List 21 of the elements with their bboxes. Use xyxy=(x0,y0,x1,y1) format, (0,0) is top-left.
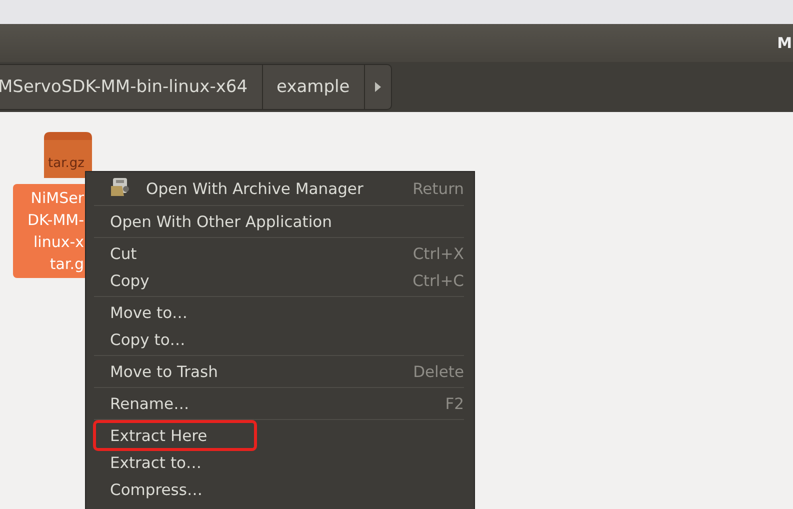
menu-item[interactable]: Cut Ctrl+X xyxy=(94,240,464,267)
shortcut-label: Return xyxy=(412,180,464,198)
menu-item[interactable]: Open With Archive Manager Return xyxy=(94,174,464,203)
triangle-right-icon xyxy=(374,81,382,93)
archive-icon xyxy=(110,176,132,196)
menu-item[interactable]: Rename… F2 xyxy=(94,390,464,417)
file-type-label: tar.gz xyxy=(48,156,84,171)
window-title: M xyxy=(777,34,792,52)
menu-item[interactable]: Move to Trash Delete xyxy=(94,358,464,385)
shortcut-label: Delete xyxy=(413,362,464,380)
menu-item[interactable]: Compress… xyxy=(94,476,464,503)
shortcut-label: Ctrl+C xyxy=(412,272,464,290)
shortcut-label: F2 xyxy=(445,394,464,412)
menu-item[interactable]: Copy Ctrl+C xyxy=(94,267,464,294)
menu-item[interactable]: Extract to… xyxy=(94,449,464,476)
menu-item[interactable]: Extract Here xyxy=(94,422,464,449)
menu-item[interactable]: Open With Other Application xyxy=(94,208,464,235)
shortcut-label: Ctrl+X xyxy=(412,244,464,262)
menu-item[interactable]: Copy to… xyxy=(94,326,464,353)
menu-item[interactable]: Move to… xyxy=(94,299,464,326)
breadcrumb-button[interactable]: MServoSDK-MM-bin-linux-x64 xyxy=(0,65,263,109)
